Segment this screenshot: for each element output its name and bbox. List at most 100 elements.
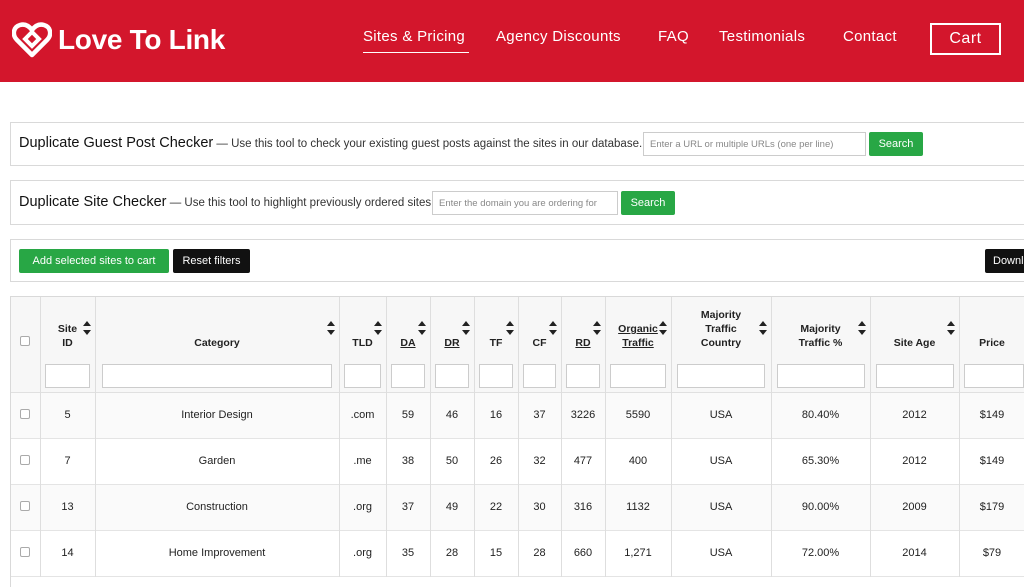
sort-icon[interactable] — [82, 321, 91, 335]
header-category[interactable]: Category — [95, 297, 340, 360]
cell-organic: 1,271 — [605, 530, 672, 576]
sort-icon[interactable] — [505, 321, 514, 335]
filter-input-site-id[interactable] — [45, 363, 90, 388]
header-da[interactable]: DA — [386, 297, 431, 360]
filter-input-da[interactable] — [391, 363, 425, 388]
filter-cell — [671, 360, 772, 392]
cart-button[interactable]: Cart — [930, 23, 1001, 55]
add-to-cart-button[interactable]: Add selected sites to cart — [19, 249, 169, 273]
header-label: TLD — [352, 337, 373, 349]
filter-input-tf[interactable] — [479, 363, 513, 388]
cell-cf: 37 — [518, 392, 562, 438]
sort-icon[interactable] — [417, 321, 426, 335]
logo[interactable]: Love To Link — [12, 22, 225, 58]
cell-da: 35 — [386, 530, 431, 576]
row-checkbox[interactable] — [20, 408, 31, 419]
cell-organic: 400 — [605, 438, 672, 484]
cell-country: USA — [671, 484, 772, 530]
filter-input-country[interactable] — [677, 363, 765, 388]
filter-input-age[interactable] — [875, 363, 954, 388]
filter-input-price[interactable] — [963, 363, 1024, 388]
header-label: DA — [400, 337, 416, 349]
sort-icon[interactable] — [946, 321, 955, 335]
row-checkbox[interactable] — [20, 454, 31, 465]
cell-dr: 50 — [430, 438, 475, 484]
sort-icon[interactable] — [658, 321, 667, 335]
domain-input[interactable]: Enter the domain you are ordering for — [432, 191, 618, 215]
header-label: RD — [575, 337, 591, 349]
cell-category: Construction — [95, 484, 340, 530]
select-all-checkbox[interactable] — [20, 336, 31, 346]
cell-cf: 32 — [518, 438, 562, 484]
guest-url-input[interactable]: Enter a URL or multiple URLs (one per li… — [643, 132, 866, 156]
row-checkbox[interactable] — [20, 500, 31, 511]
header-label: Organic Traffic — [618, 323, 658, 349]
site-search-button[interactable]: Search — [621, 191, 675, 215]
header-majority-country[interactable]: Majority Traffic Country — [671, 297, 772, 360]
table-header-row: Site ID Category TLD DA DR TF CF RD Orga… — [11, 297, 1024, 360]
header-cf[interactable]: CF — [518, 297, 562, 360]
nav-faq[interactable]: FAQ — [658, 28, 689, 45]
header-dr[interactable]: DR — [430, 297, 475, 360]
download-button[interactable]: Downl — [985, 249, 1024, 273]
sort-icon[interactable] — [373, 321, 382, 335]
filter-input-cf[interactable] — [523, 363, 556, 388]
header-tf[interactable]: TF — [474, 297, 519, 360]
row-select — [11, 484, 41, 530]
table-row[interactable]: 7 Garden .me 38 50 26 32 477 400 USA 65.… — [11, 438, 1024, 484]
guest-search-button[interactable]: Search — [869, 132, 923, 156]
header-tld[interactable]: TLD — [339, 297, 387, 360]
header-organic-traffic[interactable]: Organic Traffic — [605, 297, 672, 360]
filter-input-category[interactable] — [102, 363, 332, 388]
header-majority-traffic-pct[interactable]: Majority Traffic % — [771, 297, 871, 360]
cell-rd: 660 — [561, 530, 606, 576]
cell-da: 37 — [386, 484, 431, 530]
row-select — [11, 438, 41, 484]
sort-icon[interactable] — [326, 321, 335, 335]
sort-icon[interactable] — [758, 321, 767, 335]
sort-icon[interactable] — [461, 321, 470, 335]
filter-input-tld[interactable] — [344, 363, 381, 388]
site-header: Love To Link Sites & Pricing Agency Disc… — [0, 0, 1024, 82]
filter-input-rd[interactable] — [566, 363, 600, 388]
header-rd[interactable]: RD — [561, 297, 606, 360]
cell-da: 59 — [386, 392, 431, 438]
filter-cell — [870, 360, 960, 392]
cell-traffic-pct: 90.00% — [771, 484, 871, 530]
filter-cell — [959, 360, 1024, 392]
reset-filters-button[interactable]: Reset filters — [173, 249, 250, 273]
guest-post-checker: Duplicate Guest Post Checker — Use this … — [10, 122, 1024, 166]
cell-rd: 477 — [561, 438, 606, 484]
filter-cell — [518, 360, 562, 392]
table-row[interactable]: 5 Interior Design .com 59 46 16 37 3226 … — [11, 392, 1024, 438]
filter-cell — [339, 360, 387, 392]
table-row[interactable]: 13 Construction .org 37 49 22 30 316 113… — [11, 484, 1024, 530]
cell-age: 2014 — [870, 530, 960, 576]
nav-contact[interactable]: Contact — [843, 28, 897, 45]
sort-icon[interactable] — [857, 321, 866, 335]
nav-testimonials[interactable]: Testimonials — [719, 28, 805, 45]
sort-icon[interactable] — [592, 321, 601, 335]
header-site-id[interactable]: Site ID — [40, 297, 96, 360]
header-site-age[interactable]: Site Age — [870, 297, 960, 360]
cell-price: $179 — [959, 484, 1024, 530]
cell-country: USA — [671, 530, 772, 576]
nav-agency-discounts[interactable]: Agency Discounts — [496, 28, 621, 45]
row-checkbox[interactable] — [20, 546, 31, 557]
nav-sites-pricing[interactable]: Sites & Pricing — [363, 28, 470, 53]
cell-tf: 22 — [474, 484, 519, 530]
header-price[interactable]: Price — [959, 297, 1024, 360]
cell-cf: 30 — [518, 484, 562, 530]
filter-input-organic[interactable] — [610, 363, 666, 388]
cell-dr: 49 — [430, 484, 475, 530]
cell-tld: .me — [339, 438, 387, 484]
guest-checker-title: Duplicate Guest Post Checker — Use this … — [19, 135, 642, 151]
filter-input-dr[interactable] — [435, 363, 469, 388]
header-label: TF — [489, 337, 503, 349]
sort-icon[interactable] — [548, 321, 557, 335]
cell-dr: 46 — [430, 392, 475, 438]
table-row[interactable]: 14 Home Improvement .org 35 28 15 28 660… — [11, 530, 1024, 576]
cell-traffic-pct: 80.40% — [771, 392, 871, 438]
filter-input-traffic-pct[interactable] — [776, 363, 865, 388]
cell-age: 2012 — [870, 438, 960, 484]
